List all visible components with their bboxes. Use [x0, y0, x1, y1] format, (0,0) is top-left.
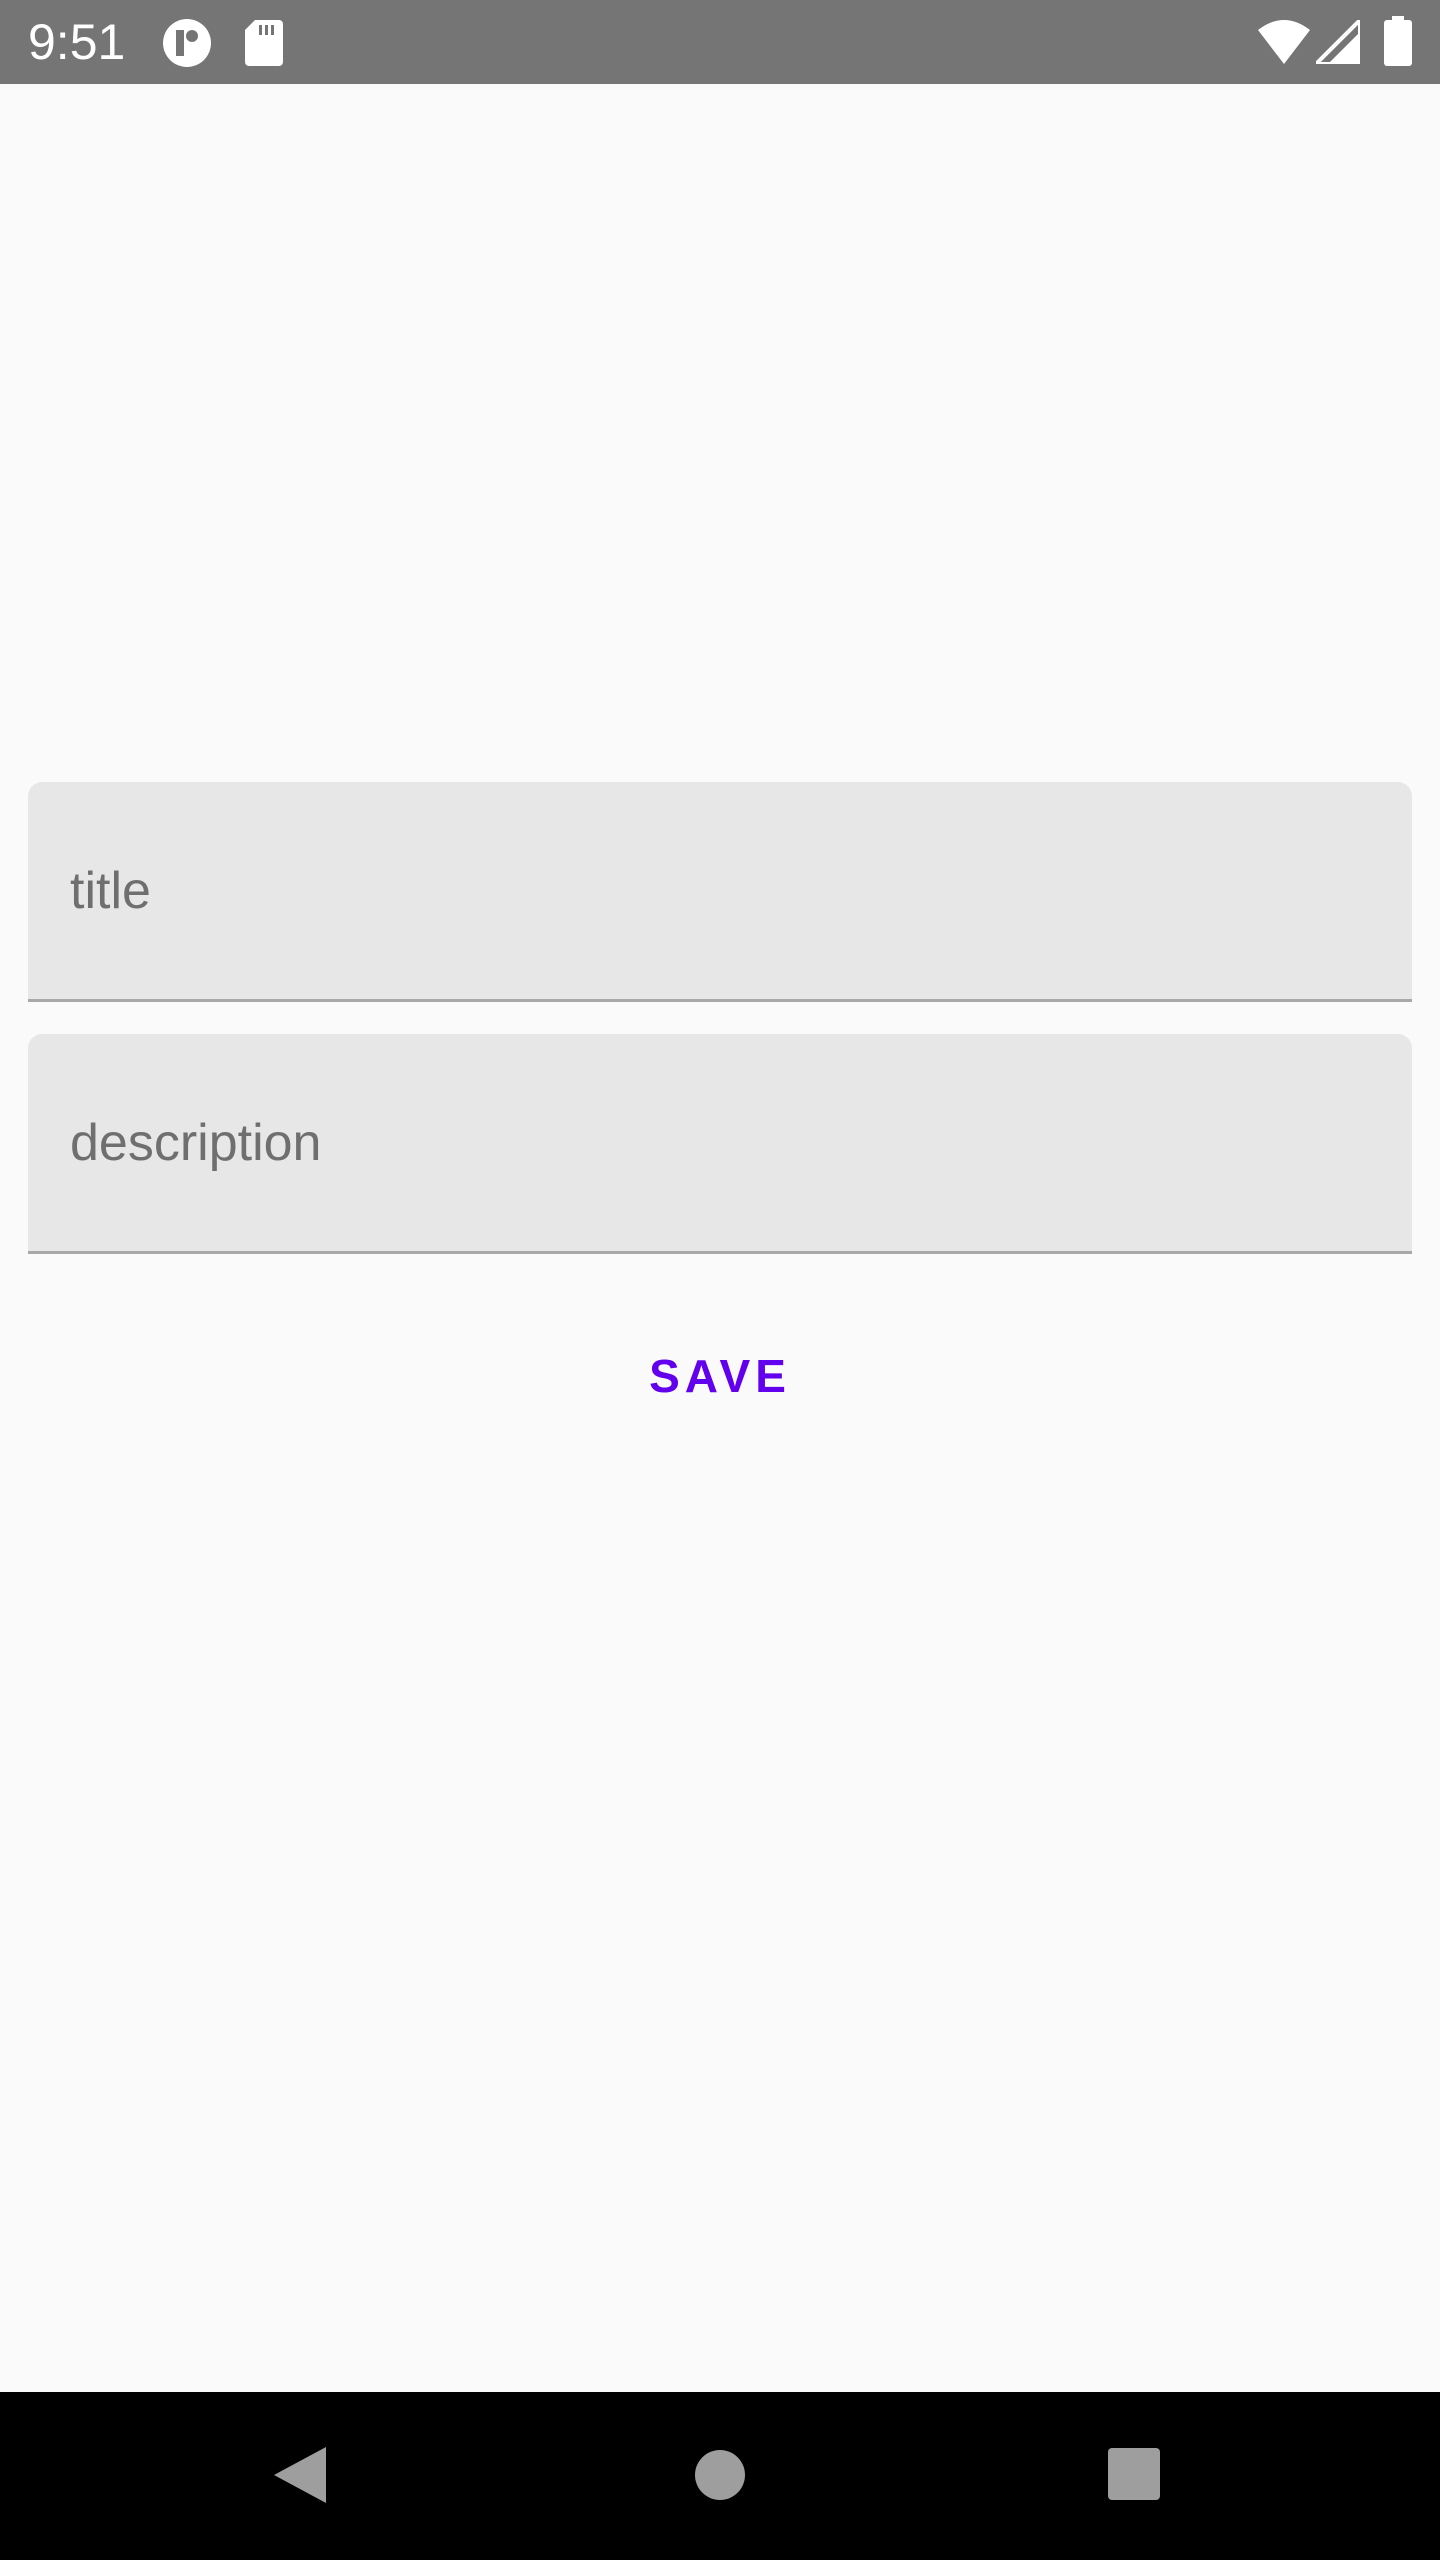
description-input[interactable]	[28, 1034, 1412, 1251]
app-screen: 9:51 SAVE	[0, 0, 1440, 2560]
battery-icon	[1384, 16, 1412, 66]
sd-card-icon	[245, 20, 283, 66]
status-time: 9:51	[28, 14, 126, 70]
status-bar: 9:51	[0, 0, 1440, 84]
wifi-icon	[1258, 20, 1310, 64]
title-field[interactable]	[28, 782, 1412, 1002]
notification-app-icon	[163, 19, 211, 67]
home-icon[interactable]	[695, 2450, 745, 2500]
description-field[interactable]	[28, 1034, 1412, 1254]
recents-icon[interactable]	[1108, 2448, 1160, 2500]
save-button[interactable]: SAVE	[600, 1320, 840, 1432]
title-input[interactable]	[28, 782, 1412, 999]
back-icon[interactable]	[272, 2445, 328, 2505]
cellular-signal-icon	[1316, 20, 1360, 64]
